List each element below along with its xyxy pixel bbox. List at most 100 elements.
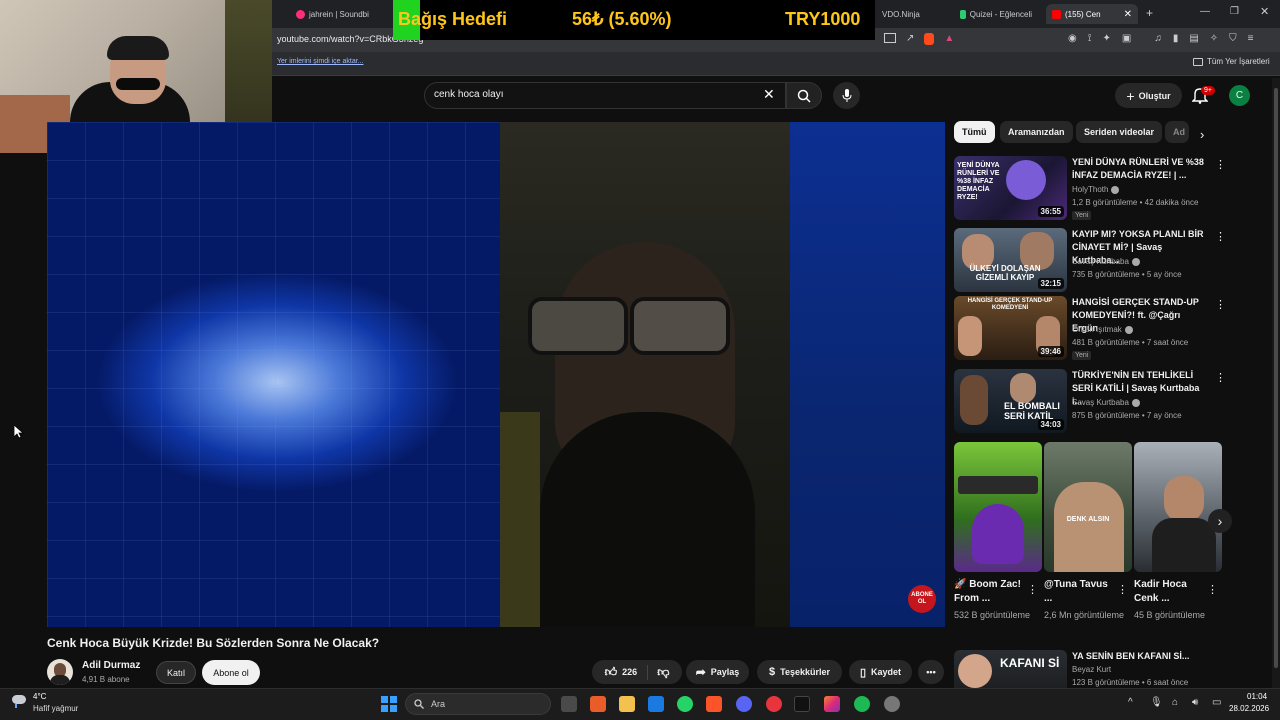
cast-icon[interactable] <box>884 33 896 43</box>
weather-icon[interactable] <box>12 693 30 709</box>
music-icon[interactable]: ♫ <box>1154 33 1162 44</box>
new-tab-icon[interactable]: + <box>1146 6 1153 20</box>
start-tile <box>381 705 388 712</box>
instagram-icon[interactable] <box>824 696 840 712</box>
recommendation-item[interactable]: EL BOMBALI SERİ KATİL 34:03 TÜRKİYE'NİN … <box>954 369 1226 435</box>
kebab-menu-icon[interactable]: ⋮ <box>1207 583 1218 596</box>
extension-icon[interactable]: ◉ <box>1068 33 1077 44</box>
recommendation-item[interactable]: HANGİSİ GERÇEK STAND-UP KOMEDYENİ 39:46 … <box>954 296 1226 362</box>
spotify-icon[interactable] <box>854 696 870 712</box>
close-tab-icon[interactable]: ✕ <box>1124 9 1132 20</box>
avatar-body <box>50 675 70 685</box>
screenshot-icon[interactable]: ▣ <box>1122 33 1131 44</box>
tab-label: VDO.Ninja <box>882 9 920 19</box>
tab-youtube[interactable]: (155) Cen ✕ <box>1046 4 1138 24</box>
channel-name: HolyThoth <box>1072 185 1109 194</box>
import-bookmarks-link[interactable]: Yer imlerini şimdi içe aktar... <box>277 58 364 65</box>
share-icon[interactable]: ↗ <box>906 33 914 45</box>
short-item[interactable]: DENK ALSIN @Tuna Tavus ... 2,6 Mn görünt… <box>1044 442 1132 622</box>
clock-time[interactable]: 01:04 <box>1247 692 1267 701</box>
voice-search-button[interactable] <box>833 82 860 109</box>
account-avatar[interactable]: C <box>1229 85 1250 106</box>
tab-quizei[interactable]: Quizei - Eğlenceli <box>954 4 1038 24</box>
recommendation-item[interactable]: ÜLKEYİ DOLAŞAN GİZEMLİ KAYIP 32:15 KAYIP… <box>954 228 1226 294</box>
youtube-icon <box>1052 9 1061 19</box>
chip-more[interactable]: Ad <box>1165 121 1189 143</box>
short-item[interactable]: Kadir Hoca Cenk ... 45 B görüntüleme ⋮ <box>1134 442 1222 622</box>
thumb-person <box>1054 482 1124 572</box>
share-button[interactable]: ➦ Paylaş <box>686 660 749 684</box>
chips-next-icon[interactable]: › <box>1200 127 1204 142</box>
tab-soundbite[interactable]: jahrein | Soundbi <box>290 4 390 24</box>
menu-icon[interactable]: ≡ <box>1248 33 1254 44</box>
obs-icon[interactable] <box>884 696 900 712</box>
maximize-icon[interactable]: ❐ <box>1230 6 1239 17</box>
outlook-icon[interactable] <box>648 696 664 712</box>
microsoft-store-icon[interactable] <box>590 696 606 712</box>
chip-from-search[interactable]: Aramanızdan <box>1000 121 1073 143</box>
leo-icon[interactable]: ✧ <box>1210 33 1218 44</box>
tab-vdo-ninja[interactable]: VDO.Ninja <box>876 4 951 24</box>
video-player[interactable] <box>47 122 945 627</box>
discord-icon[interactable] <box>736 696 752 712</box>
kebab-menu-icon[interactable]: ⋮ <box>1215 298 1226 311</box>
recommendation-item[interactable]: YENİ DÜNYA RÜNLERİ VE %38 İNFAZ DEMACİA … <box>954 156 1226 222</box>
tab-label: Quizei - Eğlenceli <box>969 9 1032 19</box>
shorts-next-button[interactable]: › <box>1208 509 1232 533</box>
task-view-icon[interactable] <box>561 696 577 712</box>
search-button[interactable] <box>786 82 822 109</box>
thanks-button[interactable]: $ Teşekkürler <box>757 660 842 684</box>
chip-series[interactable]: Seriden videolar <box>1076 121 1163 143</box>
kebab-menu-icon[interactable]: ⋮ <box>1215 371 1226 384</box>
short-item[interactable]: 🚀 Boom Zac! From ... 532 B görüntüleme ⋮ <box>954 442 1042 622</box>
battery-icon[interactable]: ▭ <box>1212 697 1221 708</box>
tray-chevron-icon[interactable]: ^ <box>1128 697 1133 708</box>
all-bookmarks-button[interactable]: Tüm Yer İşaretleri <box>1193 57 1270 66</box>
scrollbar-thumb[interactable] <box>1274 88 1278 668</box>
windows-start-icon[interactable] <box>381 696 397 712</box>
channel-name[interactable]: Adil Durmaz <box>82 660 140 671</box>
taskbar-search[interactable] <box>405 693 551 715</box>
mic-tray-icon[interactable]: 🎙︎ <box>1150 697 1163 708</box>
tiktok-icon[interactable] <box>794 696 810 712</box>
kebab-menu-icon[interactable]: ⋮ <box>1215 230 1226 243</box>
clear-search-icon[interactable]: ✕ <box>763 86 775 103</box>
create-button[interactable]: + Oluştur <box>1115 83 1182 108</box>
video-thumbnail: YENİ DÜNYA RÜNLERİ VE %38 İNFAZ DEMACİA … <box>954 156 1067 220</box>
kebab-menu-icon[interactable]: ⋮ <box>1117 583 1128 596</box>
video-thumbnail: ÜLKEYİ DOLAŞAN GİZEMLİ KAYIP 32:15 <box>954 228 1067 292</box>
like-button[interactable]: 👍︎ 226 <box>605 664 649 680</box>
join-button[interactable]: Katıl <box>156 661 196 684</box>
donation-goal: TRY1000 <box>785 9 861 29</box>
wallet-icon[interactable]: ▤ <box>1189 33 1198 44</box>
kebab-menu-icon[interactable]: ⋮ <box>1215 158 1226 171</box>
brave-icon[interactable] <box>706 696 722 712</box>
app-icon[interactable] <box>766 696 782 712</box>
subscribe-button[interactable]: Abone ol <box>202 660 260 685</box>
chip-all[interactable]: Tümü <box>954 121 995 143</box>
extension-icon[interactable]: ⟟ <box>1088 33 1092 44</box>
puzzle-icon[interactable]: ✦ <box>1102 33 1110 44</box>
address-actions: ↗ ▲ <box>884 33 954 45</box>
volume-icon[interactable]: 🔊︎ <box>1192 697 1198 708</box>
clock-date[interactable]: 28.02.2026 <box>1229 704 1269 713</box>
close-window-icon[interactable]: ✕ <box>1260 5 1269 18</box>
tab-label: jahrein | Soundbi <box>309 9 369 19</box>
kebab-menu-icon[interactable]: ⋮ <box>1027 583 1038 596</box>
subscribe-overlay-badge[interactable]: ABONE OL <box>908 585 936 613</box>
vpn-icon[interactable]: ⛉ <box>1229 33 1237 44</box>
thumbs-down-icon[interactable]: 👎︎ <box>653 665 669 680</box>
more-actions-button[interactable]: ••• <box>918 660 944 684</box>
recommendation-item[interactable]: KAFANI Sİ YA SENİN BEN KAFANI Sİ... Beya… <box>954 650 1210 688</box>
file-explorer-icon[interactable] <box>619 696 635 712</box>
network-icon[interactable]: ⌂ <box>1172 697 1178 708</box>
brave-rewards-icon[interactable]: ▲ <box>944 33 954 45</box>
whatsapp-icon[interactable] <box>677 696 693 712</box>
chevron-right-icon: › <box>1217 513 1223 529</box>
brave-shield-icon[interactable] <box>924 33 935 45</box>
channel-avatar[interactable] <box>47 659 73 685</box>
save-button[interactable]: ▯ Kaydet <box>849 660 912 684</box>
short-thumbnail <box>954 442 1042 572</box>
sidebar-icon[interactable]: ▮ <box>1173 33 1179 44</box>
minimize-icon[interactable]: — <box>1200 6 1210 17</box>
